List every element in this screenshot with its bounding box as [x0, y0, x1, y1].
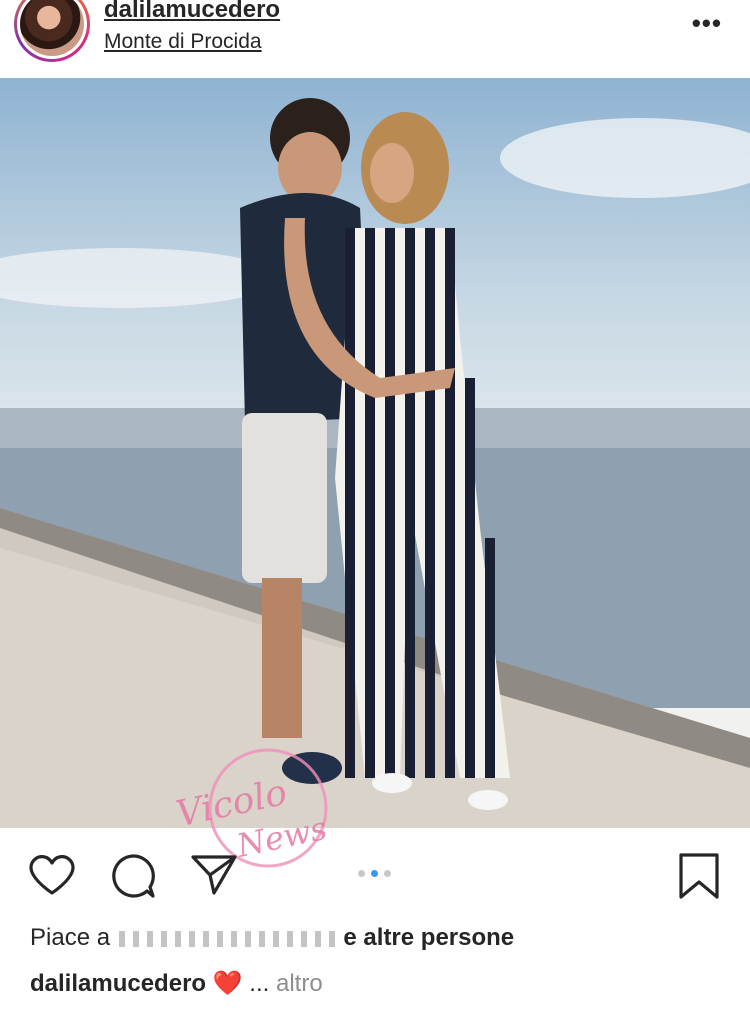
caption-more-link[interactable]: altro [276, 970, 323, 997]
caption-ellipsis: ... [249, 970, 270, 997]
carousel-dot [384, 870, 391, 877]
carousel-dot-active [371, 870, 378, 877]
avatar-image [20, 0, 84, 56]
heart-emoji: ❤️ [212, 970, 243, 997]
post-photo[interactable] [0, 78, 750, 828]
more-options-icon[interactable]: ••• [692, 8, 722, 39]
action-bar [0, 828, 750, 918]
carousel-indicator [358, 870, 391, 877]
heart-outline-icon[interactable] [28, 853, 76, 902]
bookmark-icon[interactable] [678, 852, 720, 905]
paper-plane-icon[interactable] [190, 853, 238, 902]
likes-suffix[interactable]: e altre persone [343, 924, 514, 951]
post-location[interactable]: Monte di Procida [104, 30, 262, 54]
post-username[interactable]: dalilamucedero [104, 0, 280, 24]
photo-scene [0, 98, 750, 828]
carousel-dot [358, 870, 365, 877]
redacted-names [118, 930, 335, 947]
post-header: dalilamucedero Monte di Procida ••• [0, 0, 750, 76]
comment-bubble-icon[interactable] [110, 853, 156, 904]
likes-prefix: Piace a [30, 924, 111, 951]
likes-line[interactable]: Piace a e altre persone [30, 924, 514, 952]
caption-username[interactable]: dalilamucedero [30, 970, 206, 997]
caption: dalilamucedero ❤️ ... altro [30, 969, 323, 998]
avatar[interactable] [14, 0, 90, 62]
avatar-border [17, 0, 87, 59]
